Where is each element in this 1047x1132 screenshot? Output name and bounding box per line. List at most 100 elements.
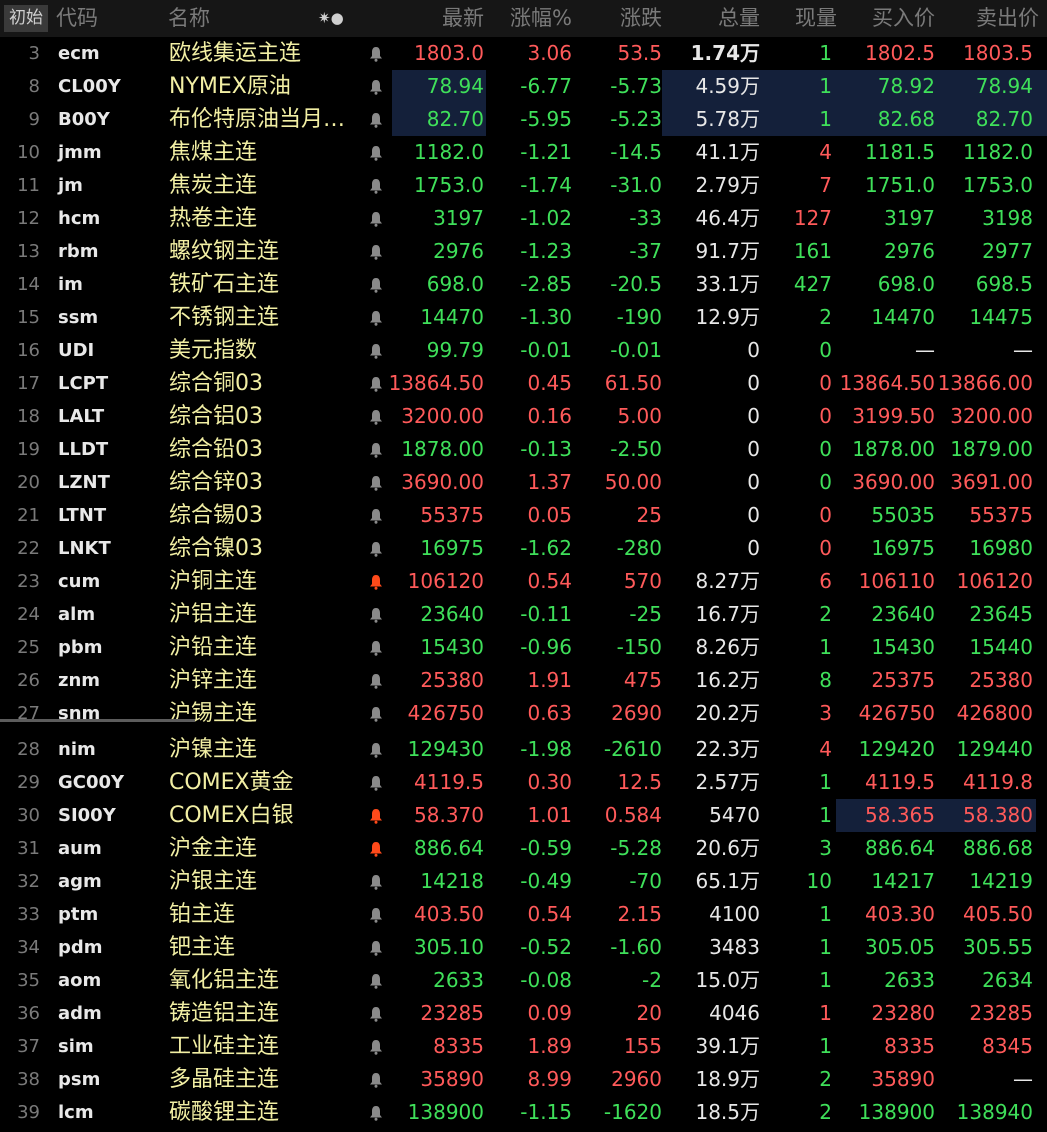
row-last: 58.370 [414, 803, 484, 827]
bell-icon[interactable] [369, 832, 385, 865]
bell-icon[interactable] [369, 631, 385, 664]
table-row[interactable]: 33 ptm 铂主连 403.50 0.54 2.15 4100 1 403.30 405.50 [0, 898, 1047, 931]
bell-icon[interactable] [369, 565, 385, 598]
row-vol: 12.9万 [695, 305, 760, 329]
row-pct: -0.08 [520, 968, 572, 992]
header-settings-icons[interactable]: ✷● [318, 0, 344, 37]
table-row[interactable]: 23 cum 沪铜主连 106120 0.54 570 8.27万 6 106110 106120 [0, 565, 1047, 598]
table-row[interactable]: 37 sim 工业硅主连 8335 1.89 155 39.1万 1 8335 8345 [0, 1030, 1047, 1063]
bell-icon[interactable] [369, 799, 385, 832]
bell-icon[interactable] [369, 865, 385, 898]
row-vol: 5470 [709, 803, 760, 827]
row-code: jm [58, 175, 83, 196]
bell-icon[interactable] [369, 1030, 385, 1063]
table-row[interactable]: 26 znm 沪锌主连 25380 1.91 475 16.2万 8 25375 25380 [0, 664, 1047, 697]
table-row[interactable]: 3 ecm 欧线集运主连 1803.0 3.06 53.5 1.74万 1 1802.5 1803… [0, 37, 1047, 70]
header-chg[interactable]: 涨跌 [620, 0, 662, 37]
bell-icon[interactable] [369, 37, 385, 70]
bell-icon[interactable] [369, 997, 385, 1030]
bell-icon[interactable] [369, 70, 385, 103]
table-row[interactable]: 11 jm 焦炭主连 1753.0 -1.74 -31.0 2.79万 7 1751.0 1753… [0, 169, 1047, 202]
bell-icon[interactable] [369, 367, 385, 400]
bell-icon[interactable] [369, 169, 385, 202]
row-bid: 106110 [858, 569, 935, 593]
bell-icon[interactable] [369, 301, 385, 334]
header-bid[interactable]: 买入价 [872, 0, 935, 37]
bell-icon[interactable] [369, 532, 385, 565]
table-row[interactable]: 31 aum 沪金主连 886.64 -0.59 -5.28 20.6万 3 886.64 886… [0, 832, 1047, 865]
row-pct: -1.30 [520, 305, 572, 329]
table-row[interactable]: 27 snm 沪锡主连 426750 0.63 2690 20.2万 3 426750 42680… [0, 697, 1047, 730]
split-divider[interactable] [0, 719, 195, 722]
header-ask[interactable]: 卖出价 [976, 0, 1039, 37]
row-name: 铸造铝主连 [169, 1001, 280, 1026]
row-pct: 0.54 [527, 569, 572, 593]
table-row[interactable]: 10 jmm 焦煤主连 1182.0 -1.21 -14.5 41.1万 4 1181.5 118… [0, 136, 1047, 169]
bell-icon[interactable] [369, 202, 385, 235]
bell-icon[interactable] [369, 1096, 385, 1129]
table-row[interactable]: 15 ssm 不锈钢主连 14470 -1.30 -190 12.9万 2 14470 14475 [0, 301, 1047, 334]
row-code: znm [58, 670, 101, 691]
table-row[interactable]: 36 adm 铸造铝主连 23285 0.09 20 4046 1 23280 23285 [0, 997, 1047, 1030]
row-vol: 2.79万 [695, 173, 760, 197]
bell-icon[interactable] [369, 334, 385, 367]
bell-icon[interactable] [369, 598, 385, 631]
row-cur: 0 [819, 404, 832, 428]
bell-icon[interactable] [369, 235, 385, 268]
table-row[interactable]: 38 psm 多晶硅主连 35890 8.99 2960 18.9万 2 35890 — [0, 1063, 1047, 1096]
bell-icon[interactable] [369, 499, 385, 532]
bell-icon[interactable] [369, 898, 385, 931]
row-bid: 3690.00 [852, 470, 935, 494]
bell-icon[interactable] [369, 400, 385, 433]
bell-icon[interactable] [369, 103, 385, 136]
table-row[interactable]: 34 pdm 钯主连 305.10 -0.52 -1.60 3483 1 305.05 305.5… [0, 931, 1047, 964]
bell-icon[interactable] [369, 766, 385, 799]
bell-icon[interactable] [369, 136, 385, 169]
table-row[interactable]: 25 pbm 沪铅主连 15430 -0.96 -150 8.26万 1 15430 15440 [0, 631, 1047, 664]
table-row[interactable]: 21 LTNT 综合锡03 55375 0.05 25 0 0 55035 55375 [0, 499, 1047, 532]
table-row[interactable]: 19 LLDT 综合铅03 1878.00 -0.13 -2.50 0 0 1878.00 187… [0, 433, 1047, 466]
table-row[interactable]: 39 lcm 碳酸锂主连 138900 -1.15 -1620 18.5万 2 138900 13… [0, 1096, 1047, 1129]
table-row[interactable]: 14 im 铁矿石主连 698.0 -2.85 -20.5 33.1万 427 698.0 698… [0, 268, 1047, 301]
bell-icon[interactable] [369, 466, 385, 499]
header-code[interactable]: 代码 [56, 0, 98, 37]
table-row[interactable]: 32 agm 沪银主连 14218 -0.49 -70 65.1万 10 14217 14219 [0, 865, 1047, 898]
header-cur[interactable]: 现量 [795, 0, 837, 37]
bell-icon[interactable] [369, 964, 385, 997]
header-last[interactable]: 最新 [442, 0, 484, 37]
table-row[interactable]: 13 rbm 螺纹钢主连 2976 -1.23 -37 91.7万 161 2976 2977 [0, 235, 1047, 268]
table-row[interactable]: 12 hcm 热卷主连 3197 -1.02 -33 46.4万 127 3197 3198 [0, 202, 1047, 235]
bell-icon[interactable] [369, 1063, 385, 1096]
bell-icon[interactable] [369, 268, 385, 301]
row-bid: 13864.50 [839, 371, 935, 395]
table-row[interactable]: 8 CL00Y NYMEX原油 78.94 -6.77 -5.73 4.59万 1 78.92 7… [0, 70, 1047, 103]
table-row[interactable]: 28 nim 沪镍主连 129430 -1.98 -2610 22.3万 4 129420 129… [0, 733, 1047, 766]
header-vol[interactable]: 总量 [718, 0, 760, 37]
row-index: 3 [28, 43, 40, 64]
bell-icon[interactable] [369, 664, 385, 697]
bell-icon[interactable] [369, 931, 385, 964]
table-row[interactable]: 24 alm 沪铝主连 23640 -0.11 -25 16.7万 2 23640 23645 [0, 598, 1047, 631]
table-row[interactable]: 29 GC00Y COMEX黄金 4119.5 0.30 12.5 2.57万 1 4119.5… [0, 766, 1047, 799]
table-row[interactable]: 22 LNKT 综合镍03 16975 -1.62 -280 0 0 16975 16980 [0, 532, 1047, 565]
table-row[interactable]: 35 aom 氧化铝主连 2633 -0.08 -2 15.0万 1 2633 2634 [0, 964, 1047, 997]
init-button[interactable]: 初始 [4, 5, 48, 32]
row-name: 综合镍03 [169, 536, 263, 561]
row-ask: 1803.5 [963, 41, 1033, 65]
bell-icon[interactable] [369, 733, 385, 766]
table-row[interactable]: 17 LCPT 综合铜03 13864.50 0.45 61.50 0 0 13864.50 13… [0, 367, 1047, 400]
row-name: 沪铝主连 [169, 602, 258, 627]
row-vol: 15.0万 [695, 968, 760, 992]
header-pct[interactable]: 涨幅% [510, 0, 572, 37]
row-code: LTNT [58, 505, 107, 526]
table-row[interactable]: 30 SI00Y COMEX白银 58.370 1.01 0.584 5470 1 58.365… [0, 799, 1047, 832]
table-row[interactable]: 9 B00Y 布伦特原油当月… 82.70 -5.95 -5.23 5.78万 1 82.68 8… [0, 103, 1047, 136]
bell-icon[interactable] [369, 697, 385, 730]
row-ask: 3198 [982, 206, 1033, 230]
table-row[interactable]: 20 LZNT 综合锌03 3690.00 1.37 50.00 0 0 3690.00 3691… [0, 466, 1047, 499]
table-row[interactable]: 18 LALT 综合铝03 3200.00 0.16 5.00 0 0 3199.50 3200.… [0, 400, 1047, 433]
header-name[interactable]: 名称 [168, 0, 210, 37]
row-bid: — [915, 338, 935, 362]
table-row[interactable]: 16 UDI 美元指数 99.79 -0.01 -0.01 0 0 — — [0, 334, 1047, 367]
bell-icon[interactable] [369, 433, 385, 466]
